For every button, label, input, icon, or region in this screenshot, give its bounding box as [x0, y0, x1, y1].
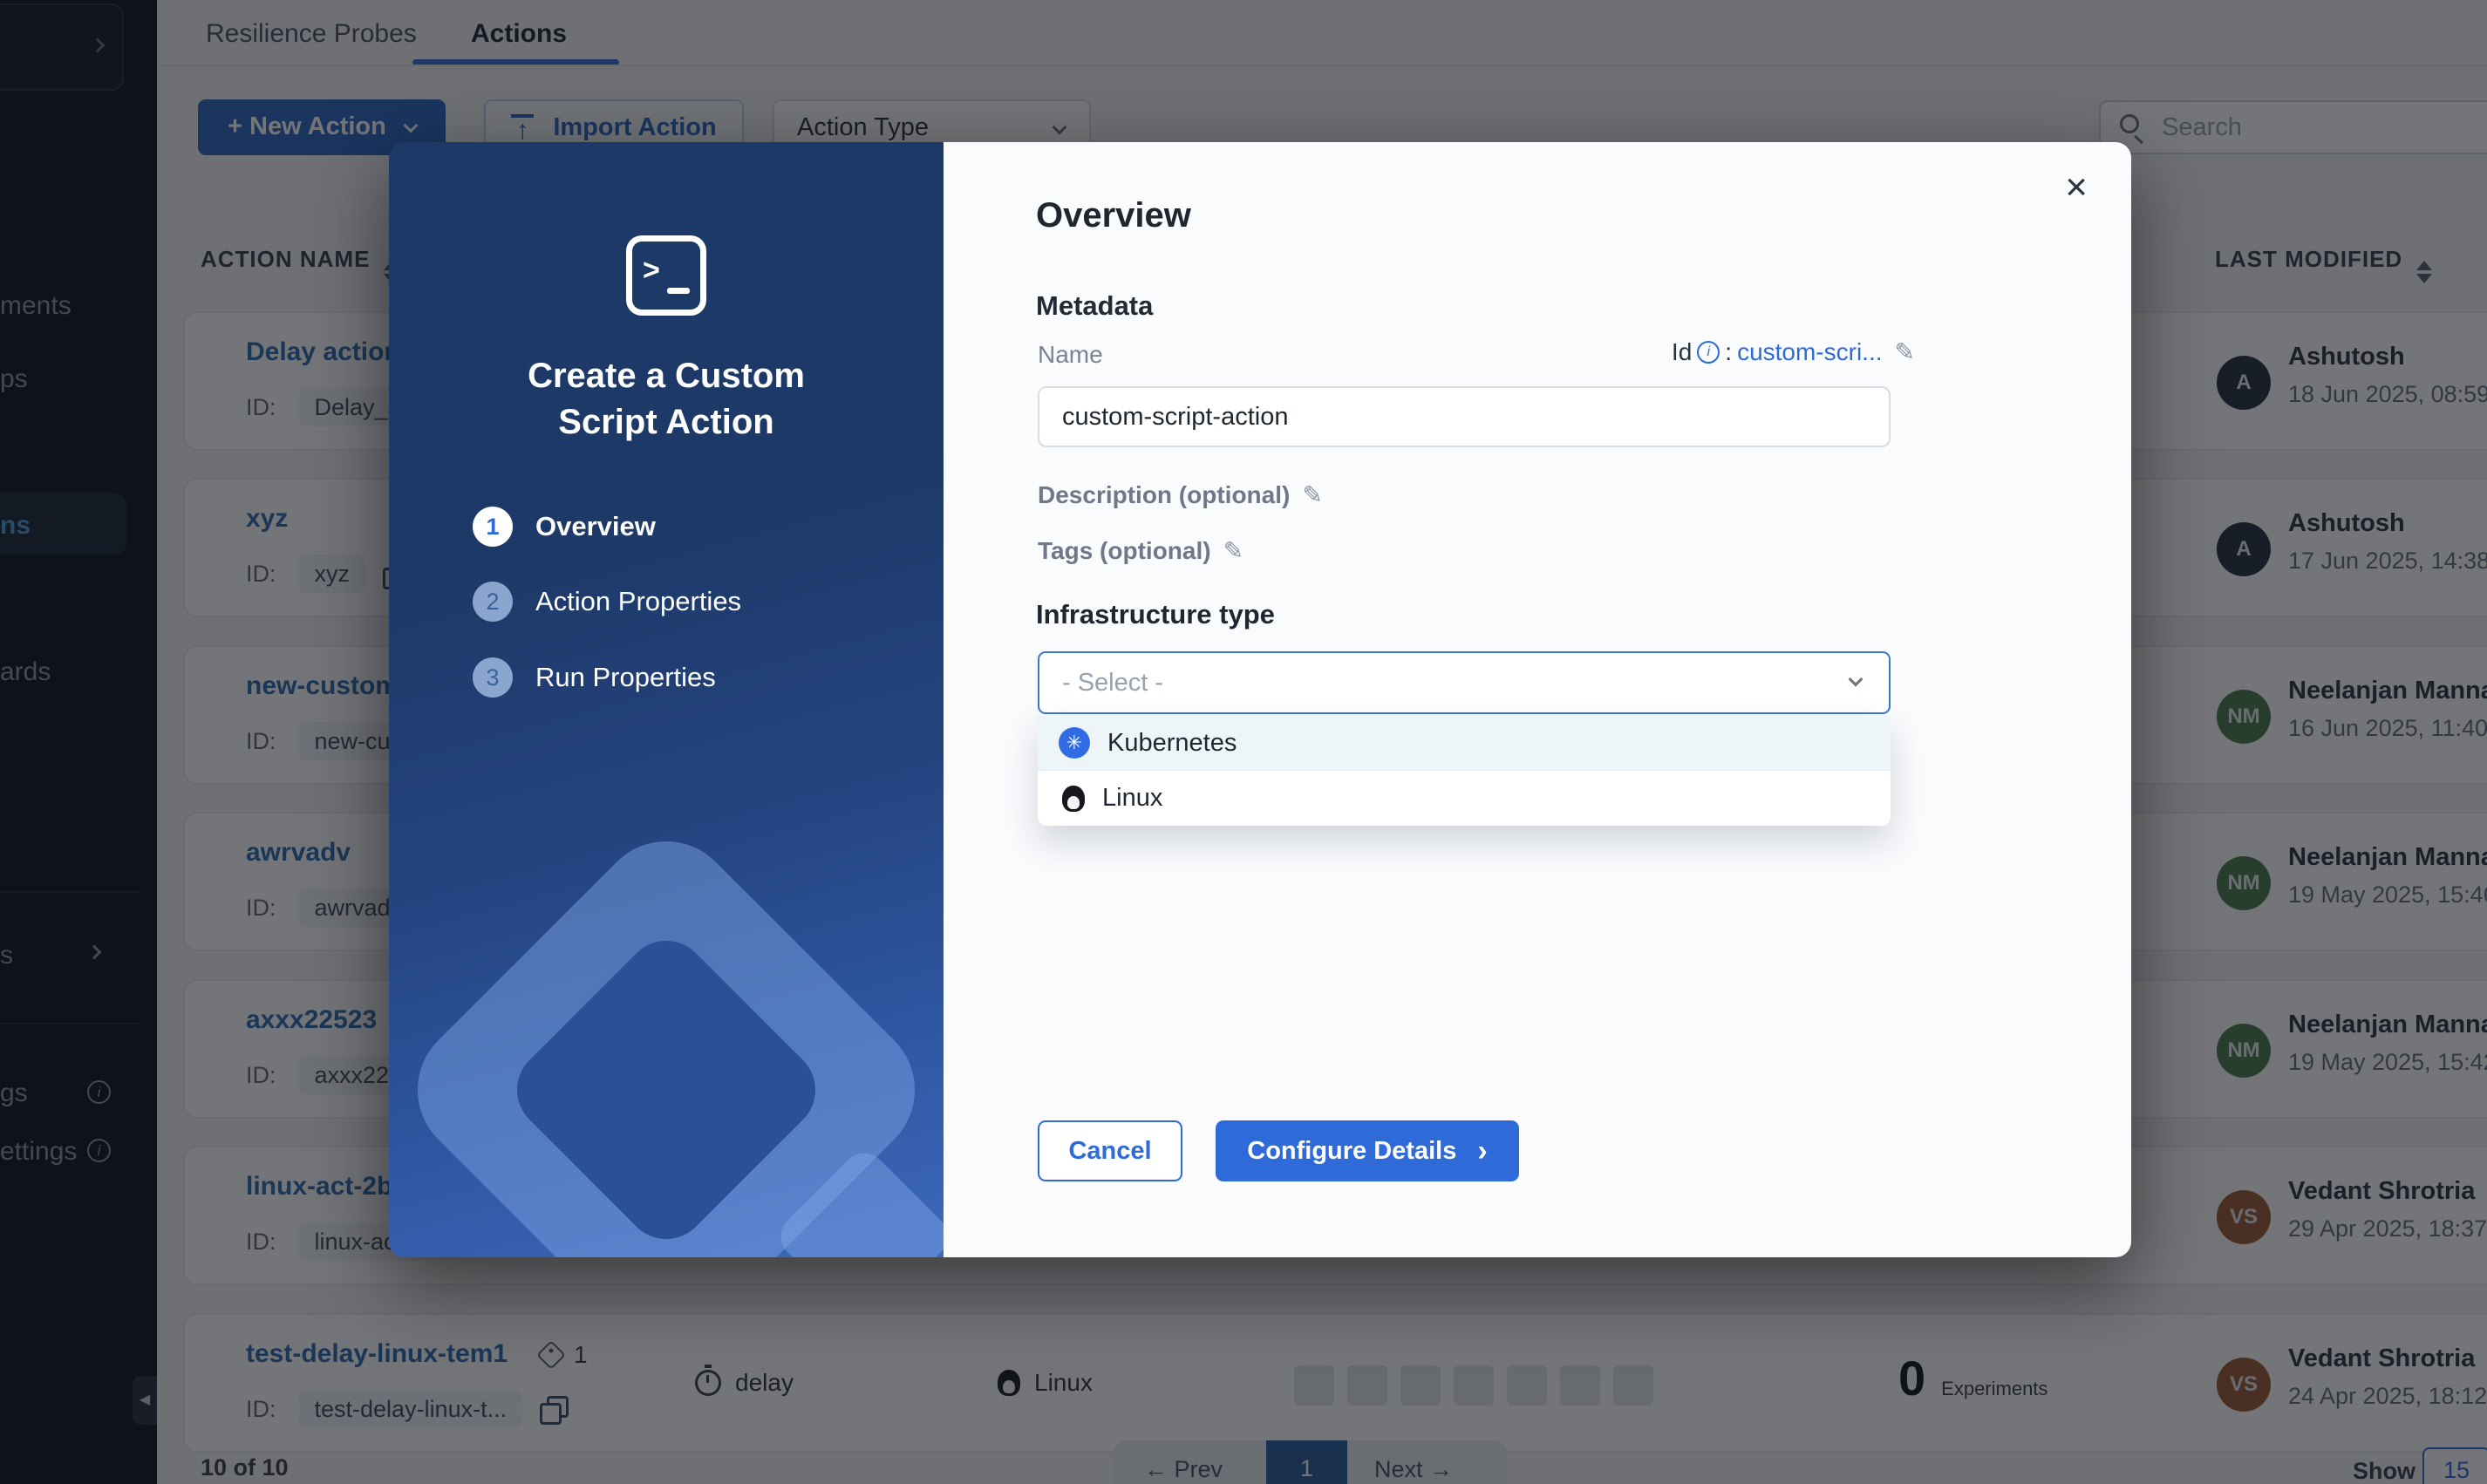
- tags-label: Tags (optional) ✎: [1038, 536, 1244, 565]
- modal-body: × Overview Metadata Name Id i : custom-s…: [944, 142, 2131, 1257]
- edit-id-pencil-icon[interactable]: ✎: [1895, 337, 1915, 366]
- name-label: Name: [1038, 341, 1103, 369]
- option-linux[interactable]: Linux: [1038, 771, 1891, 826]
- info-icon[interactable]: i: [1697, 341, 1720, 364]
- chevron-right-icon: ›: [1477, 1134, 1487, 1167]
- edit-description-pencil-icon[interactable]: ✎: [1302, 480, 1322, 509]
- infrastructure-type-select[interactable]: - Select -: [1038, 651, 1891, 714]
- description-label: Description (optional) ✎: [1038, 480, 1323, 509]
- metadata-heading: Metadata: [1036, 290, 1153, 322]
- modal-left-panel: > Create a Custom Script Action 1 Overvi…: [389, 142, 944, 1257]
- wizard-step-overview[interactable]: 1 Overview: [473, 507, 656, 547]
- configure-details-label: Configure Details: [1247, 1137, 1456, 1165]
- configure-details-button[interactable]: Configure Details ›: [1216, 1120, 1519, 1181]
- close-icon[interactable]: ×: [2065, 168, 2088, 207]
- step-number: 2: [473, 582, 513, 622]
- create-custom-script-action-modal: > Create a Custom Script Action 1 Overvi…: [389, 142, 2131, 1257]
- terminal-icon: >: [626, 235, 706, 316]
- linux-icon: [1062, 786, 1085, 812]
- wizard-step-action-properties[interactable]: 2 Action Properties: [473, 582, 741, 622]
- id-label: Id: [1672, 338, 1692, 366]
- step-number: 3: [473, 657, 513, 698]
- step-label: Overview: [535, 511, 656, 542]
- infrastructure-dropdown: ✳ Kubernetes Linux: [1038, 716, 1891, 826]
- overview-heading: Overview: [1036, 196, 1191, 235]
- step-label: Run Properties: [535, 662, 716, 693]
- id-row: Id i : custom-scri... ✎: [1672, 337, 1915, 366]
- infrastructure-type-heading: Infrastructure type: [1036, 599, 1275, 630]
- select-placeholder: - Select -: [1062, 669, 1163, 698]
- step-label: Action Properties: [535, 586, 741, 617]
- chevron-down-icon: [1849, 672, 1864, 687]
- edit-tags-pencil-icon[interactable]: ✎: [1223, 536, 1244, 565]
- option-label: Linux: [1102, 784, 1162, 813]
- app-root: ments ps ns ards s gs i ettings i ◀ Resi…: [0, 0, 2487, 1484]
- wizard-step-run-properties[interactable]: 3 Run Properties: [473, 657, 716, 698]
- name-input[interactable]: [1038, 386, 1891, 447]
- cancel-button[interactable]: Cancel: [1038, 1120, 1182, 1181]
- id-value-link[interactable]: custom-scri...: [1737, 338, 1882, 366]
- option-kubernetes[interactable]: ✳ Kubernetes: [1038, 716, 1891, 771]
- kubernetes-icon: ✳: [1059, 727, 1090, 759]
- modal-title: Create a Custom Script Action: [474, 353, 858, 446]
- step-number: 1: [473, 507, 513, 547]
- option-label: Kubernetes: [1107, 729, 1237, 758]
- id-separator: :: [1725, 338, 1732, 366]
